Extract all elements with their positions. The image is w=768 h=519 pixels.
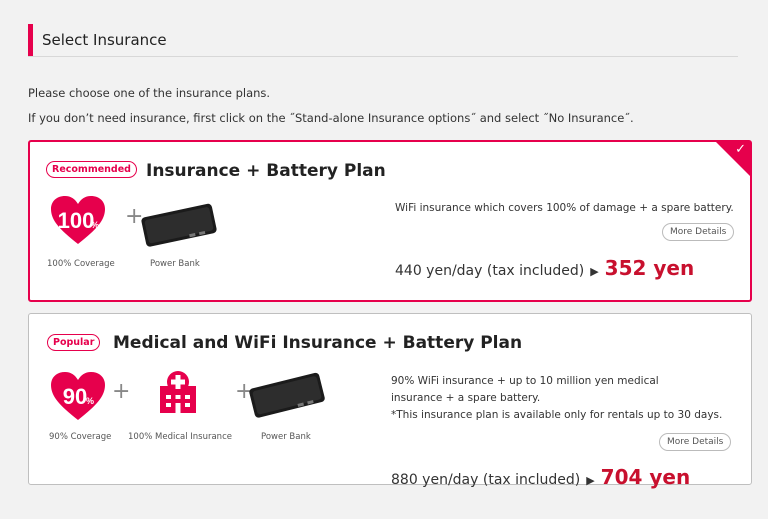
intro-text: Please choose one of the insurance plans… xyxy=(28,86,271,100)
arrow-right-icon: ▶ xyxy=(590,265,599,278)
hospital-icon xyxy=(157,370,199,418)
heart-percent-text: 100 xyxy=(58,208,95,233)
price-line: 880 yen/day (tax included) ▶ 704 yen xyxy=(391,465,690,489)
plan-note: *This insurance plan is available only f… xyxy=(391,409,723,421)
power-bank-icon xyxy=(245,370,331,424)
item-caption: Power Bank xyxy=(150,259,200,269)
plan-description: 90% WiFi insurance + up to 10 million ye… xyxy=(391,375,659,404)
check-icon: ✓ xyxy=(735,142,746,157)
item-caption: 100% Coverage xyxy=(47,259,115,269)
price-line: 440 yen/day (tax included) ▶ 352 yen xyxy=(395,256,694,280)
more-details-button[interactable]: More Details xyxy=(662,223,735,241)
price-daily: 440 yen/day (tax included) xyxy=(395,263,585,279)
heart-percent-suffix: % xyxy=(91,220,99,230)
item-caption: 90% Coverage xyxy=(49,432,112,442)
plan-card-insurance-battery[interactable]: ✓ Recommended Insurance + Battery Plan 1… xyxy=(28,140,752,302)
plus-icon: + xyxy=(112,379,131,404)
plan-description: WiFi insurance which covers 100% of dama… xyxy=(395,202,734,214)
price-final: 352 yen xyxy=(604,256,695,280)
more-details-button[interactable]: More Details xyxy=(659,433,732,451)
item-caption: Power Bank xyxy=(261,432,311,442)
popular-badge: Popular xyxy=(47,334,101,351)
intro-note: If you don’t need insurance, first click… xyxy=(28,111,634,125)
item-caption: 100% Medical Insurance xyxy=(128,432,232,442)
heart-90-icon: 90 % xyxy=(51,372,105,422)
section-accent-bar xyxy=(28,24,33,56)
plan-title: Insurance + Battery Plan xyxy=(146,161,386,181)
arrow-right-icon: ▶ xyxy=(586,474,595,487)
heart-percent-text: 90 xyxy=(63,384,87,409)
plan-title: Medical and WiFi Insurance + Battery Pla… xyxy=(113,333,523,353)
section-header: Select Insurance xyxy=(28,24,738,57)
price-final: 704 yen xyxy=(600,465,691,489)
plan-card-medical-wifi-battery[interactable]: Popular Medical and WiFi Insurance + Bat… xyxy=(28,313,752,489)
price-daily: 880 yen/day (tax included) xyxy=(391,472,581,488)
recommended-badge: Recommended xyxy=(46,161,137,178)
power-bank-icon xyxy=(137,202,223,252)
heart-percent-suffix: % xyxy=(86,396,94,406)
heart-100-icon: 100 % xyxy=(51,196,105,246)
section-title: Select Insurance xyxy=(42,31,167,49)
